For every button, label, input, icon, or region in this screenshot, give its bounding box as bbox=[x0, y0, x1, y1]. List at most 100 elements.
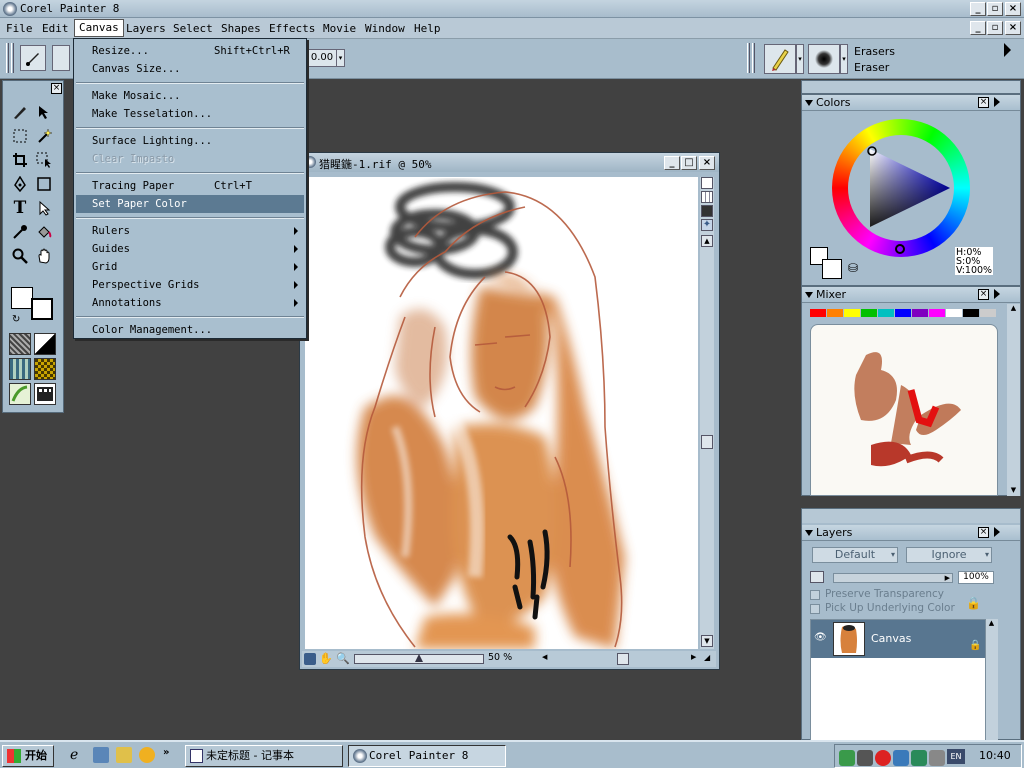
colors-panel-header[interactable]: Colors × bbox=[802, 95, 1020, 111]
grabber-icon[interactable]: ✋ bbox=[319, 652, 333, 665]
brush-variant-dropdown[interactable]: ▾ bbox=[840, 44, 848, 74]
mixer-panel-close-icon[interactable]: × bbox=[978, 289, 989, 300]
brush-category-icon[interactable] bbox=[764, 44, 796, 74]
scroll-right-arrow-icon[interactable]: ▶ bbox=[691, 653, 701, 665]
minimize-button[interactable]: _ bbox=[970, 2, 986, 16]
menu-item-make-mosaic[interactable]: Make Mosaic... bbox=[76, 87, 304, 105]
scroll-up-arrow-icon[interactable]: ▲ bbox=[1008, 304, 1019, 314]
mixer-color-swatch[interactable] bbox=[844, 309, 860, 317]
opacity-slider[interactable]: ▶ bbox=[833, 573, 953, 583]
clock[interactable]: 10:40 bbox=[979, 749, 1011, 762]
tray-ati-icon[interactable] bbox=[875, 750, 891, 766]
mixer-color-swatch[interactable] bbox=[827, 309, 843, 317]
scroll-up-arrow-icon[interactable]: ▲ bbox=[701, 235, 713, 247]
zoom-percentage[interactable]: 50 % bbox=[488, 652, 512, 663]
tray-display-icon[interactable] bbox=[893, 750, 909, 766]
document-maximize-button[interactable]: □ bbox=[681, 156, 697, 170]
tray-volume-icon[interactable] bbox=[857, 750, 873, 766]
colors-panel-menu-arrow[interactable] bbox=[994, 97, 1000, 107]
doc-minimize-button[interactable]: _ bbox=[970, 21, 986, 35]
layers-panel-close-icon[interactable]: × bbox=[978, 527, 989, 538]
menu-shapes[interactable]: Shapes bbox=[217, 21, 265, 37]
tray-network-icon[interactable] bbox=[839, 750, 855, 766]
composite-method-select[interactable]: Default ▾ bbox=[812, 547, 898, 563]
menu-help[interactable]: Help bbox=[410, 21, 445, 37]
weaving-selector-icon[interactable] bbox=[34, 358, 56, 380]
nozzle-selector-icon[interactable] bbox=[9, 383, 31, 405]
mixer-color-swatch[interactable] bbox=[861, 309, 877, 317]
zoom-slider[interactable] bbox=[354, 654, 484, 664]
opacity-field[interactable]: 100% bbox=[958, 571, 994, 584]
mixer-color-swatch[interactable] bbox=[980, 309, 996, 317]
qq-icon[interactable] bbox=[139, 747, 155, 763]
depth-method-select[interactable]: Ignore ▾ bbox=[906, 547, 992, 563]
menu-layers[interactable]: Layers bbox=[122, 21, 170, 37]
tracing-paper-toggle-icon[interactable] bbox=[701, 177, 713, 189]
preserve-transparency-checkbox[interactable] bbox=[810, 590, 820, 600]
rectangle-shape-icon[interactable] bbox=[33, 173, 55, 195]
layer-adjuster-icon[interactable] bbox=[33, 101, 55, 123]
mixer-pad[interactable] bbox=[810, 324, 998, 496]
resize-grip-icon[interactable]: ◢ bbox=[704, 653, 714, 665]
menu-file[interactable]: File bbox=[2, 21, 37, 37]
scroll-down-arrow-icon[interactable]: ▼ bbox=[1008, 486, 1019, 496]
additional-color-swatch[interactable] bbox=[11, 287, 33, 309]
swap-colors-icon[interactable]: ↻ bbox=[12, 314, 20, 325]
tray-app-icon[interactable] bbox=[911, 750, 927, 766]
menu-item-rulers[interactable]: Rulers bbox=[76, 222, 304, 240]
reset-tool-icon[interactable] bbox=[52, 45, 70, 71]
lock-layer-icon[interactable]: 🔒 bbox=[966, 596, 982, 612]
menu-item-resize[interactable]: Resize... Shift+Ctrl+R bbox=[76, 42, 304, 60]
layers-panel-header[interactable]: Layers × bbox=[802, 525, 1020, 541]
value-field[interactable]: 0.00 bbox=[307, 49, 337, 67]
menu-item-grid[interactable]: Grid bbox=[76, 258, 304, 276]
menu-canvas[interactable]: Canvas bbox=[74, 19, 124, 37]
menu-item-annotations[interactable]: Annotations bbox=[76, 294, 304, 312]
zoom-icon[interactable]: 🔍 bbox=[336, 652, 350, 665]
menu-item-canvas-size[interactable]: Canvas Size... bbox=[76, 60, 304, 78]
toolbar-grip[interactable] bbox=[6, 43, 9, 73]
menu-item-make-tesselation[interactable]: Make Tesselation... bbox=[76, 105, 304, 123]
menu-movie[interactable]: Movie bbox=[319, 21, 360, 37]
menu-item-guides[interactable]: Guides bbox=[76, 240, 304, 258]
canvas-mode-icon[interactable] bbox=[701, 205, 713, 217]
toolbox-close-icon[interactable]: × bbox=[51, 83, 62, 94]
mixer-color-swatch[interactable] bbox=[895, 309, 911, 317]
desktop-icon[interactable] bbox=[93, 747, 109, 763]
menu-select[interactable]: Select bbox=[169, 21, 217, 37]
menu-item-set-paper-color[interactable]: Set Paper Color bbox=[76, 195, 304, 213]
dropper-icon[interactable] bbox=[9, 221, 31, 243]
color-management-icon[interactable] bbox=[304, 653, 316, 665]
palette-dock-header[interactable] bbox=[801, 80, 1021, 94]
layer-list-scrollbar[interactable]: ▲ bbox=[986, 619, 998, 741]
more-quicklaunch-icon[interactable]: » bbox=[163, 747, 169, 758]
menu-item-tracing-paper[interactable]: Tracing Paper Ctrl+T bbox=[76, 177, 304, 195]
mixer-color-swatch[interactable] bbox=[946, 309, 962, 317]
hue-ring[interactable] bbox=[832, 119, 970, 257]
brush-variant-icon[interactable] bbox=[808, 44, 840, 74]
value-stepper-button[interactable]: ▾ bbox=[336, 49, 345, 67]
tray-ime-indicator[interactable]: EN bbox=[947, 749, 965, 764]
menu-item-perspective-grids[interactable]: Perspective Grids bbox=[76, 276, 304, 294]
document-vertical-scrollbar[interactable]: ✦ ▲ ▼ bbox=[700, 177, 714, 649]
mixer-panel-menu-arrow[interactable] bbox=[994, 289, 1000, 299]
mixer-color-swatch[interactable] bbox=[912, 309, 928, 317]
mixer-color-swatch[interactable] bbox=[929, 309, 945, 317]
brush-category-dropdown[interactable]: ▾ bbox=[796, 44, 804, 74]
close-button[interactable]: × bbox=[1005, 2, 1021, 16]
taskbar-notepad[interactable]: 未定标题 - 记事本 bbox=[185, 745, 343, 767]
menu-edit[interactable]: Edit bbox=[38, 21, 73, 37]
horizontal-scroll-thumb[interactable] bbox=[617, 653, 629, 665]
saturation-value-triangle[interactable] bbox=[832, 119, 970, 257]
menu-item-color-management[interactable]: Color Management... bbox=[76, 321, 304, 339]
magic-wand-icon[interactable] bbox=[33, 125, 55, 147]
collapse-triangle-icon[interactable] bbox=[805, 100, 813, 106]
pen-tool-icon[interactable] bbox=[9, 173, 31, 195]
grid-toggle-icon[interactable] bbox=[701, 191, 713, 203]
layer-row[interactable]: 👁 Canvas 🔒 bbox=[811, 620, 985, 658]
grabber-hand-icon[interactable] bbox=[33, 245, 55, 267]
tray-usb-icon[interactable] bbox=[929, 750, 945, 766]
layers-panel-menu-arrow[interactable] bbox=[994, 527, 1000, 537]
mixer-scrollbar[interactable]: ▲ ▼ bbox=[1007, 304, 1020, 496]
crop-icon[interactable] bbox=[9, 149, 31, 171]
